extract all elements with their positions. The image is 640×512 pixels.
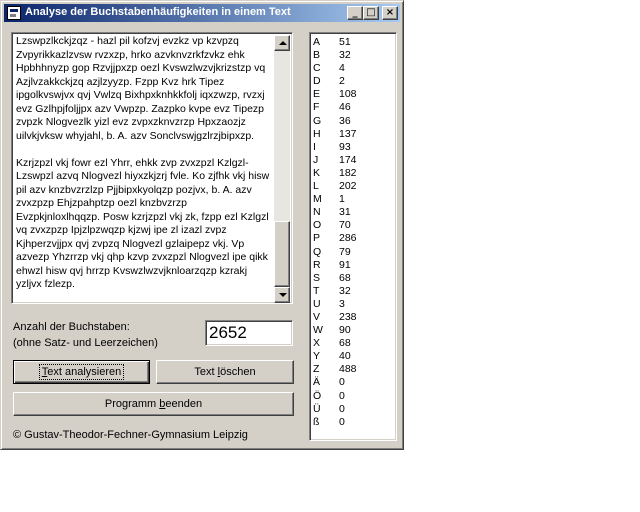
- letter-label: L: [313, 180, 319, 193]
- letter-count: 286: [339, 232, 357, 245]
- letter-count: 0: [339, 415, 345, 428]
- text-input-area[interactable]: Lzswpzlkckjzqz - hazl pil kofzvj evzkz v…: [11, 32, 293, 304]
- count-label: Anzahl der Buchstaben:: [13, 321, 130, 333]
- letter-count: 36: [339, 114, 351, 127]
- letter-label: T: [313, 284, 320, 297]
- letter-label: Z: [313, 363, 320, 376]
- frequency-list[interactable]: A 51 B 32 C 4 D 2 E 108 F 46 G 36 H 137 I 93 J 174 K 182 L 202 M…: [309, 32, 397, 441]
- clear-text-button[interactable]: Text löschen: [156, 360, 294, 384]
- letter-label: Ö: [313, 389, 322, 402]
- letter-count: 68: [339, 337, 351, 350]
- letter-label: W: [313, 324, 323, 337]
- scroll-up-button[interactable]: [274, 35, 290, 51]
- letter-label: S: [313, 271, 321, 284]
- letter-count: 46: [339, 101, 351, 114]
- count-sublabel: (ohne Satz- und Leerzeichen): [13, 337, 158, 349]
- clear-button-label: Text löschen: [194, 366, 256, 378]
- window-title: Analyse der Buchstabenhäufigkeiten in ei…: [25, 6, 291, 18]
- letter-count: 0: [339, 402, 345, 415]
- letter-count: 31: [339, 206, 351, 219]
- letter-count: 174: [339, 153, 357, 166]
- maximize-button[interactable]: □: [363, 6, 379, 20]
- letter-label: R: [313, 258, 321, 271]
- letter-label: K: [313, 166, 321, 179]
- exit-program-button[interactable]: Programm beenden: [13, 392, 294, 416]
- letter-count: 32: [339, 49, 351, 62]
- letter-count: 40: [339, 350, 351, 363]
- letter-count: 70: [339, 219, 351, 232]
- letter-count: 93: [339, 140, 351, 153]
- letter-label: G: [313, 114, 322, 127]
- analyze-text-button[interactable]: Text analysieren: [13, 360, 150, 384]
- letter-label: ß: [313, 415, 320, 428]
- letter-label: A: [313, 36, 321, 48]
- letter-count: 32: [339, 284, 351, 297]
- letter-count: 137: [339, 127, 357, 140]
- letter-label: O: [313, 219, 322, 232]
- arrow-down-icon: [279, 293, 287, 297]
- close-button[interactable]: ×: [382, 6, 398, 20]
- letter-count: 238: [339, 310, 357, 323]
- scroll-thumb[interactable]: [274, 221, 290, 287]
- app-icon[interactable]: [7, 6, 21, 20]
- letter-label: V: [313, 310, 321, 323]
- letter-count: 108: [339, 88, 357, 101]
- letter-count: 3: [339, 297, 345, 310]
- letter-label: M: [313, 193, 322, 206]
- letter-count: 182: [339, 166, 357, 179]
- letter-count: 0: [339, 389, 345, 402]
- text-scrollbar[interactable]: [274, 35, 290, 303]
- analyze-button-label: Text analysieren: [38, 364, 125, 380]
- letter-count: 91: [339, 258, 351, 271]
- letter-label: J: [313, 153, 319, 166]
- letter-label: H: [313, 127, 321, 140]
- exit-button-label: Programm beenden: [104, 398, 203, 410]
- letter-label: E: [313, 88, 321, 101]
- letter-label: Q: [313, 245, 322, 258]
- letter-label: Ä: [313, 376, 321, 389]
- letter-label: Ü: [313, 402, 321, 415]
- letter-count: 1: [339, 193, 345, 206]
- letter-label: Y: [313, 350, 321, 363]
- letter-label: U: [313, 297, 321, 310]
- letter-count: 488: [339, 363, 357, 376]
- letter-label: I: [313, 140, 316, 153]
- minimize-button[interactable]: _: [347, 6, 363, 20]
- letter-count-field[interactable]: 2652: [205, 320, 293, 346]
- letter-count: 79: [339, 245, 351, 258]
- letter-count: 0: [339, 376, 345, 389]
- letter-label: B: [313, 49, 321, 62]
- letter-count: 68: [339, 271, 351, 284]
- letter-label: N: [313, 206, 321, 219]
- letter-count: 51: [339, 36, 351, 48]
- letter-label: F: [313, 101, 320, 114]
- scroll-down-button[interactable]: [274, 287, 290, 303]
- letter-count-value: 2652: [209, 323, 247, 342]
- title-bar[interactable]: Analyse der Buchstabenhäufigkeiten in ei…: [4, 4, 400, 22]
- letter-count: 4: [339, 62, 345, 75]
- copyright-text: © Gustav-Theodor-Fechner-Gymnasium Leipz…: [13, 429, 248, 441]
- letter-count: 90: [339, 324, 351, 337]
- arrow-up-icon: [279, 41, 287, 45]
- letter-count: 2: [339, 75, 345, 88]
- letter-label: P: [313, 232, 321, 245]
- letter-label: D: [313, 75, 321, 88]
- letter-label: X: [313, 337, 321, 350]
- text-input-content[interactable]: Lzswpzlkckjzqz - hazl pil kofzvj evzkz v…: [16, 35, 272, 301]
- letter-count: 202: [339, 180, 357, 193]
- letter-label: C: [313, 62, 321, 75]
- main-window: Analyse der Buchstabenhäufigkeiten in ei…: [0, 0, 404, 450]
